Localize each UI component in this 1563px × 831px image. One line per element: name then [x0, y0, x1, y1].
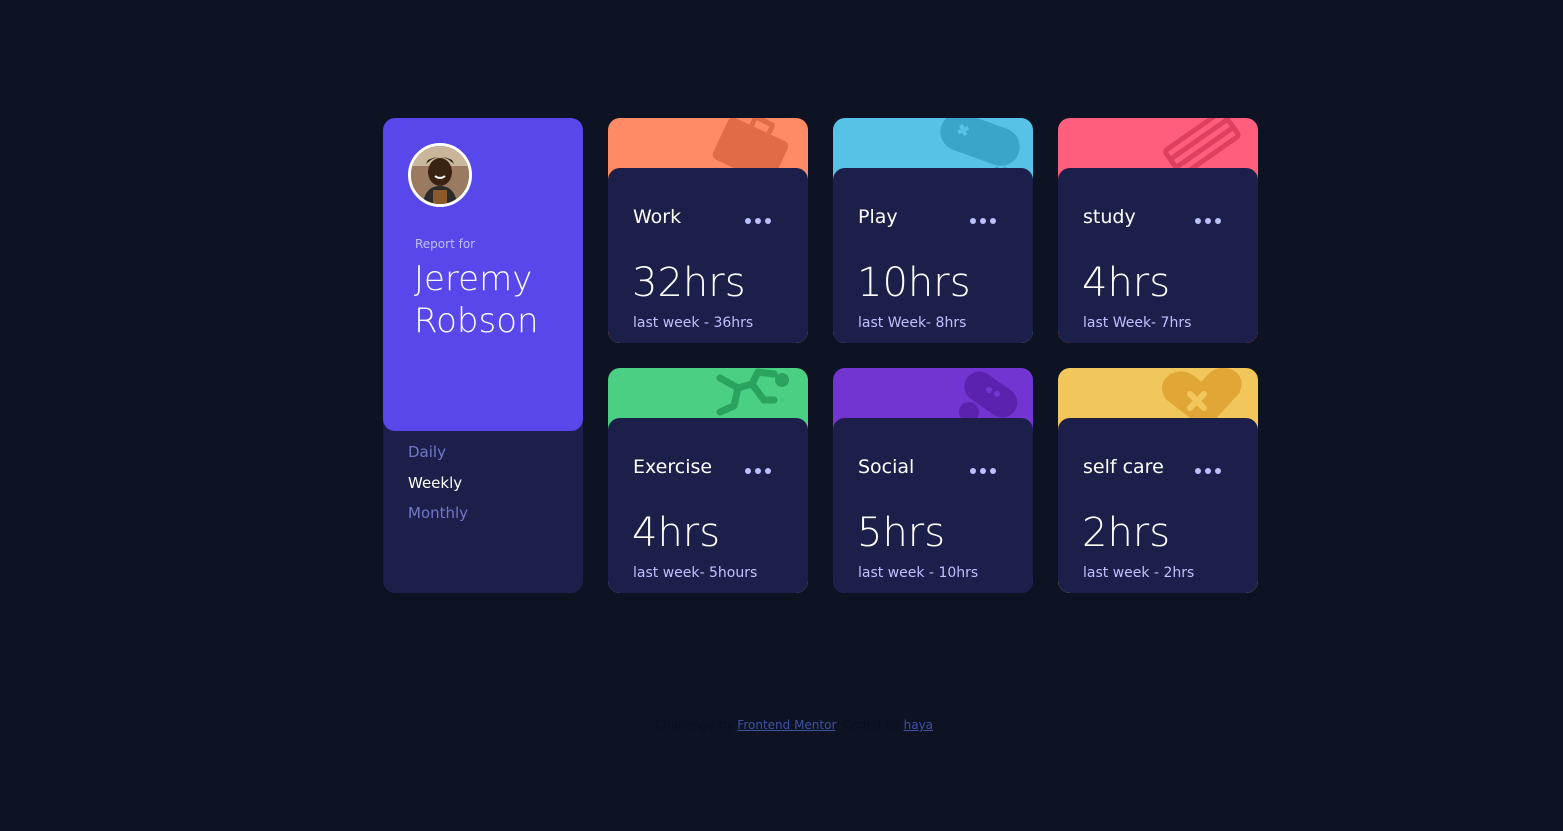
activity-card-exercise: Exercise 4hrs last week- 5hours	[608, 368, 808, 593]
user-name: Jeremy Robson	[414, 258, 574, 342]
attribution-middle: . Coded by	[835, 718, 900, 732]
card-previous-hours: last week - 36hrs	[633, 315, 754, 331]
card-title: Exercise	[633, 456, 713, 478]
ellipsis-icon[interactable]	[1194, 217, 1222, 225]
profile-header: Report for Jeremy Robson	[383, 118, 583, 431]
card-current-hours: 4hrs	[632, 510, 721, 556]
card-body: Play 10hrs last Week- 8hrs	[833, 168, 1033, 343]
activity-card-work: Work 32hrs last week - 36hrs	[608, 118, 808, 343]
user-first-name: Jeremy	[414, 259, 533, 299]
card-body: Work 32hrs last week - 36hrs	[608, 168, 808, 343]
card-current-hours: 4hrs	[1082, 260, 1171, 306]
activity-card-social: Social 5hrs last week - 10hrs	[833, 368, 1033, 593]
attribution: Challenge by Frontend Mentor. Coded by h…	[0, 718, 1563, 732]
ellipsis-icon[interactable]	[744, 467, 772, 475]
card-body: study 4hrs last Week- 7hrs	[1058, 168, 1258, 343]
card-current-hours: 10hrs	[857, 260, 971, 306]
card-title: Work	[633, 206, 682, 228]
card-previous-hours: last Week- 7hrs	[1083, 315, 1192, 331]
card-previous-hours: last Week- 8hrs	[858, 315, 967, 331]
activity-card-play: Play 10hrs last Week- 8hrs	[833, 118, 1033, 343]
card-title: Social	[858, 456, 915, 478]
card-current-hours: 5hrs	[857, 510, 946, 556]
profile-card: Report for Jeremy Robson Daily Weekly Mo…	[383, 118, 583, 593]
card-body: self care 2hrs last week - 2hrs	[1058, 418, 1258, 593]
card-current-hours: 2hrs	[1082, 510, 1171, 556]
report-for-label: Report for	[415, 237, 476, 251]
card-previous-hours: last week - 2hrs	[1083, 565, 1195, 581]
user-last-name: Robson	[414, 301, 539, 341]
attribution-prefix: Challenge by	[654, 718, 734, 732]
period-monthly-button[interactable]: Monthly	[408, 504, 468, 522]
period-weekly-button[interactable]: Weekly	[408, 474, 462, 492]
author-link[interactable]: haya	[904, 718, 933, 732]
dashboard-grid: Report for Jeremy Robson Daily Weekly Mo…	[383, 118, 1258, 593]
ellipsis-icon[interactable]	[1194, 467, 1222, 475]
activity-card-self-care: self care 2hrs last week - 2hrs	[1058, 368, 1258, 593]
card-body: Exercise 4hrs last week- 5hours	[608, 418, 808, 593]
card-title: study	[1083, 206, 1136, 228]
ellipsis-icon[interactable]	[969, 467, 997, 475]
ellipsis-icon[interactable]	[969, 217, 997, 225]
card-title: self care	[1083, 456, 1164, 478]
avatar	[408, 143, 472, 207]
frontend-mentor-link[interactable]: Frontend Mentor	[737, 718, 835, 732]
card-title: Play	[858, 206, 898, 228]
card-body: Social 5hrs last week - 10hrs	[833, 418, 1033, 593]
card-previous-hours: last week - 10hrs	[858, 565, 979, 581]
ellipsis-icon[interactable]	[744, 217, 772, 225]
period-daily-button[interactable]: Daily	[408, 443, 446, 461]
card-previous-hours: last week- 5hours	[633, 565, 758, 581]
card-current-hours: 32hrs	[632, 260, 746, 306]
activity-card-study: study 4hrs last Week- 7hrs	[1058, 118, 1258, 343]
